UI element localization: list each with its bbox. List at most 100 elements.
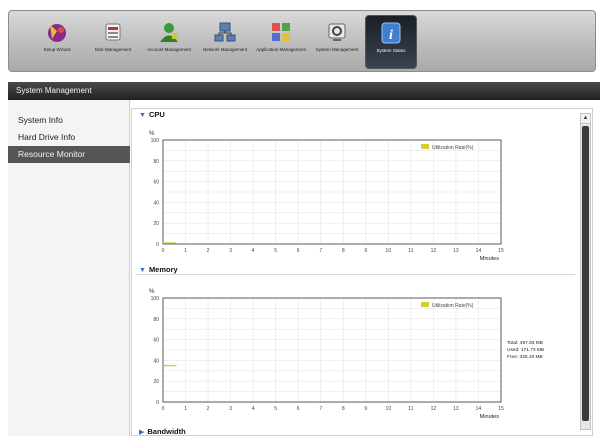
svg-text:i: i (389, 28, 393, 43)
cpu-chart: %0204060801000 1 2 3 4 5 6 7 8 9 10 11 12 13 14 15Minut… (149, 131, 504, 262)
x-axis-label: Minutes (480, 256, 500, 262)
toolbar-network-management[interactable]: Network Management (199, 15, 251, 69)
x-tick-label: 5 (274, 406, 277, 412)
x-tick-label: 8 (342, 406, 345, 412)
legend-label: Utilization Rate(%) (432, 145, 474, 151)
toolbar-account-management[interactable]: Account Management (143, 15, 195, 69)
toolbar-application-management[interactable]: Application Management (255, 15, 307, 69)
application-icon (272, 23, 290, 41)
legend-swatch (421, 144, 429, 149)
scroll-thumb[interactable] (582, 126, 589, 421)
x-axis-label: Minutes (480, 414, 500, 420)
y-tick-label: 40 (153, 358, 159, 364)
x-tick-label: 0 (162, 406, 165, 412)
x-tick-label: 10 (386, 406, 392, 412)
toolbar-setup-wizard[interactable]: Setup Wizard (31, 15, 83, 69)
y-tick-label: 20 (153, 221, 159, 227)
y-tick-label: 0 (156, 400, 159, 406)
memory-free: Free: 326.19 MB (507, 355, 543, 360)
x-tick-label: 0 (162, 248, 165, 254)
resource-monitor-panel: ▼ CPU % 0 20 40 60 80 100 0 1 2 3 4 5 6 7 8 9 10 11 12 13 14 15… (131, 100, 581, 436)
scroll-up-button[interactable]: ▲ (581, 114, 590, 124)
x-tick-label: 13 (453, 248, 459, 254)
y-tick-label: 100 (151, 296, 160, 302)
expand-triangle-icon: ▶ (139, 429, 145, 436)
x-tick-label: 3 (229, 248, 232, 254)
sidebar-item-hard-drive-info[interactable]: Hard Drive Info (8, 129, 130, 146)
toolbar-system-status[interactable]: i System Status (365, 15, 417, 69)
system-icon (328, 23, 346, 41)
y-tick-label: 80 (153, 317, 159, 323)
toolbar-label: System Management (315, 47, 359, 52)
x-tick-label: 11 (408, 248, 413, 254)
sidebar: System Info Hard Drive Info Resource Mon… (8, 100, 130, 436)
account-icon (160, 23, 178, 42)
wizard-icon (48, 24, 66, 42)
x-tick-label: 15 (498, 406, 504, 412)
y-tick-label: 20 (153, 379, 159, 385)
x-tick-label: 7 (319, 406, 322, 412)
x-tick-label: 2 (207, 406, 210, 412)
x-tick-label: 3 (229, 406, 232, 412)
page-header: System Management (8, 82, 600, 100)
x-tick-label: 4 (252, 406, 255, 412)
section-cpu-title: CPU (148, 110, 165, 119)
toolbar-label: System Status (376, 48, 406, 53)
legend-swatch (421, 302, 429, 307)
x-tick-label: 1 (184, 406, 187, 412)
toolbar-label: Account Management (147, 47, 191, 52)
collapse-triangle-icon: ▼ (139, 267, 146, 274)
memory-stats: Total: 497.93 MB Used: 171.73 MB Free: 3… (507, 340, 544, 361)
memory-total: Total: 497.93 MB (507, 341, 543, 346)
y-tick-label: 60 (153, 180, 159, 186)
section-memory[interactable]: ▼ Memory (139, 265, 178, 274)
info-icon: i (381, 22, 401, 44)
x-tick-label: 6 (297, 248, 300, 254)
x-tick-label: 12 (431, 248, 437, 254)
x-tick-label: 15 (498, 248, 504, 254)
x-tick-label: 14 (476, 248, 482, 254)
y-tick-label: 40 (153, 200, 159, 206)
x-tick-label: 1 (184, 248, 187, 254)
divider (135, 274, 575, 275)
toolbar-label: Disk Management (94, 47, 132, 52)
x-tick-label: 10 (386, 248, 392, 254)
vertical-scrollbar[interactable]: ▲ (580, 113, 591, 430)
toolbar-disk-management[interactable]: Disk Management (87, 15, 139, 69)
y-axis-label: % (149, 131, 155, 137)
x-tick-label: 14 (476, 406, 482, 412)
sidebar-item-system-info[interactable]: System Info (8, 112, 130, 129)
y-tick-label: 80 (153, 159, 159, 165)
toolbar-label: Application Management (256, 47, 306, 52)
network-icon (214, 22, 236, 42)
x-tick-label: 9 (364, 248, 367, 254)
legend-label: Utilization Rate(%) (432, 303, 474, 309)
section-memory-title: Memory (148, 265, 178, 274)
section-bandwidth-title: Bandwidth (147, 427, 186, 436)
x-tick-label: 13 (453, 406, 459, 412)
collapse-triangle-icon: ▼ (139, 112, 146, 119)
x-tick-label: 9 (364, 406, 367, 412)
x-tick-label: 5 (274, 248, 277, 254)
toolbar-label: Setup Wizard (43, 47, 71, 52)
section-bandwidth[interactable]: ▶ Bandwidth (139, 427, 186, 436)
x-tick-label: 4 (252, 248, 255, 254)
section-cpu[interactable]: ▼ CPU (139, 110, 165, 119)
toolbar-system-management[interactable]: System Management (311, 15, 363, 69)
x-tick-label: 11 (408, 406, 413, 412)
y-tick-label: 100 (151, 138, 160, 144)
disk-icon (105, 23, 121, 41)
memory-used: Used: 171.73 MB (507, 348, 545, 353)
y-tick-label: 60 (153, 338, 159, 344)
x-tick-label: 2 (207, 248, 210, 254)
memory-chart: %0204060801000 1 2 3 4 5 6 7 8 9 10 11 12 13 14 15Minut… (149, 289, 504, 420)
x-tick-label: 12 (431, 406, 437, 412)
y-axis-label: % (149, 289, 155, 295)
x-tick-label: 6 (297, 406, 300, 412)
top-toolbar: Setup Wizard Disk Management Account Man… (8, 10, 596, 72)
x-tick-label: 7 (319, 248, 322, 254)
sidebar-item-resource-monitor[interactable]: Resource Monitor (8, 146, 130, 163)
x-tick-label: 8 (342, 248, 345, 254)
toolbar-label: Network Management (202, 47, 248, 52)
y-tick-label: 0 (156, 242, 159, 248)
